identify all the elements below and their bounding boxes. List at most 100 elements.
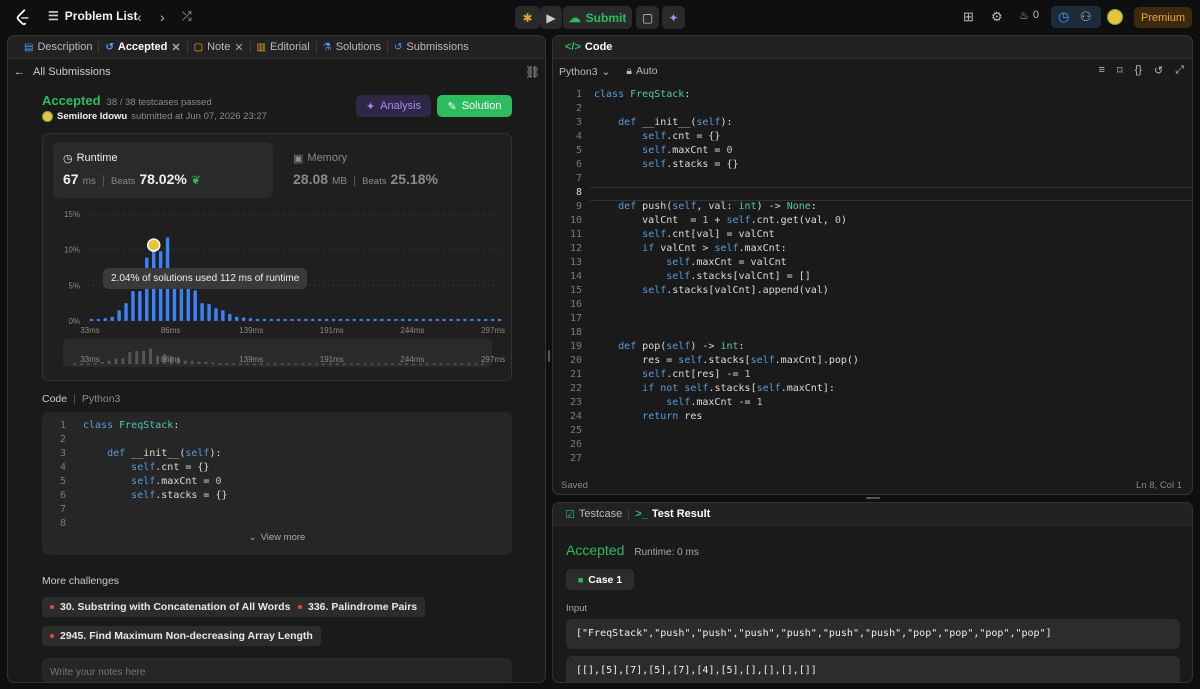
- auto-mode-toggle[interactable]: 🔒︎ Auto: [626, 65, 657, 78]
- tab-code[interactable]: </> Code: [559, 41, 618, 53]
- code-line: class FreqStack:: [594, 89, 691, 100]
- username[interactable]: Semilore Idowu: [57, 111, 127, 122]
- chart-bar: [317, 318, 322, 321]
- code-area[interactable]: 1 class FreqStack: 2 3 def __init__(self): 4…: [553, 86, 1192, 466]
- challenge-chip[interactable]: 336. Palindrome Pairs: [290, 597, 426, 617]
- tab-submissions[interactable]: ↺ Submissions: [388, 41, 475, 53]
- flask-icon: ⚗: [322, 41, 332, 53]
- vertical-resize-handle[interactable]: [548, 350, 550, 362]
- leetcode-logo-icon[interactable]: [14, 8, 32, 26]
- line-number: 1: [575, 89, 582, 100]
- line-number: 3: [59, 448, 66, 459]
- range-bar: [107, 360, 111, 364]
- ai-assist-button[interactable]: ✦: [662, 6, 685, 29]
- range-bar: [183, 360, 187, 364]
- close-icon[interactable]: ✕: [171, 41, 180, 54]
- tab-test-result[interactable]: >_ Test Result: [629, 508, 716, 520]
- case-1-button[interactable]: ■ Case 1: [566, 569, 634, 590]
- terminal-icon: >_: [635, 508, 648, 520]
- tab-accepted[interactable]: ↺ Accepted ✕: [99, 41, 188, 54]
- range-bar: [460, 363, 464, 366]
- tab-solutions[interactable]: ⚗ Solutions: [317, 41, 388, 53]
- challenge-chip[interactable]: 30. Substring with Concatenation of All …: [42, 597, 299, 617]
- close-icon[interactable]: ✕: [234, 41, 243, 54]
- range-bar: [391, 363, 395, 366]
- shuffle-icon[interactable]: ⤮: [182, 9, 192, 24]
- braces-icon[interactable]: {}: [1135, 64, 1142, 77]
- input-value[interactable]: ["FreqStack","push","push","push","push"…: [566, 619, 1180, 649]
- add-user-icon[interactable]: ⚇: [1080, 9, 1092, 25]
- runtime-beats: 78.02%: [139, 171, 187, 187]
- submission-status: Accepted: [42, 93, 101, 108]
- layout-icon[interactable]: ⊞: [963, 9, 974, 25]
- line-number: 12: [569, 243, 582, 254]
- chart-bar: [193, 290, 197, 321]
- reset-icon[interactable]: ↺: [1154, 64, 1163, 77]
- chart-bar: [400, 318, 405, 321]
- run-button[interactable]: ▶: [540, 6, 562, 29]
- x-tick-label: 86ms: [161, 326, 181, 335]
- premium-button[interactable]: Premium: [1134, 7, 1192, 28]
- y-tick-label: 5%: [68, 281, 80, 290]
- link-icon[interactable]: ⛓: [525, 65, 540, 79]
- range-tick-label: 297ms: [481, 355, 505, 364]
- runtime-distribution-chart[interactable]: 15%10%5%0%33ms 86ms 139ms 191ms 244ms 297ms33…: [43, 204, 513, 379]
- y-tick-label: 0%: [68, 317, 80, 326]
- line-number: 6: [59, 490, 66, 501]
- challenge-chip[interactable]: 2945. Find Maximum Non-decreasing Array …: [42, 626, 321, 646]
- checkbox-icon: ☑: [565, 508, 575, 521]
- code-line: class FreqStack:: [83, 420, 180, 431]
- bug-icon: ✱: [522, 10, 533, 25]
- chart-bar: [414, 318, 419, 321]
- arrow-left-icon: ←: [14, 66, 25, 78]
- streak-counter[interactable]: ♨ 0: [1019, 9, 1039, 22]
- memory-stat[interactable]: ▣ Memory 28.08 MB | Beats 25.18%: [283, 142, 503, 198]
- runtime-stat[interactable]: ◷ Runtime 67 ms | Beats 78.02% ❦: [53, 142, 273, 198]
- horizontal-resize-handle[interactable]: [866, 497, 880, 499]
- tab-editorial[interactable]: ▥ Editorial: [251, 41, 317, 53]
- notes-input[interactable]: Write your notes here: [42, 658, 512, 682]
- submit-button[interactable]: ☁ Submit: [563, 6, 632, 29]
- range-bar: [218, 363, 222, 365]
- chevrons-down-icon: ⌄: [248, 532, 257, 543]
- user-avatar[interactable]: [42, 111, 53, 122]
- user-runtime-marker: [146, 238, 161, 252]
- prev-problem-icon[interactable]: ‹: [137, 9, 142, 25]
- range-bar: [114, 358, 118, 364]
- bookmark-icon[interactable]: ⌑: [1117, 64, 1123, 77]
- view-more-button[interactable]: ⌄ View more: [42, 532, 512, 543]
- solution-button[interactable]: ✎ Solution: [437, 95, 512, 117]
- chart-bar: [456, 318, 460, 321]
- notes-button[interactable]: ▢: [636, 6, 659, 29]
- expand-icon[interactable]: ⤢: [1175, 64, 1184, 77]
- debug-button[interactable]: ✱: [515, 6, 540, 29]
- range-bar: [156, 355, 159, 364]
- language-select[interactable]: Python3 ⌄: [559, 66, 610, 78]
- analysis-button[interactable]: ✦ Analysis: [356, 95, 431, 117]
- range-bar: [294, 363, 298, 366]
- memory-value: 28.08: [293, 171, 329, 187]
- hard-dot-icon: [298, 605, 302, 609]
- next-problem-icon[interactable]: ›: [160, 9, 165, 25]
- settings-gear-icon[interactable]: ⚙: [991, 9, 1003, 25]
- all-submissions-link[interactable]: ← All Submissions: [14, 66, 111, 78]
- range-bar: [232, 363, 236, 365]
- tab-testcase[interactable]: ☑ Testcase: [559, 508, 630, 521]
- result-tab-bar: ☑ Testcase >_ Test Result: [553, 503, 1192, 526]
- range-bar: [266, 363, 270, 366]
- tab-note[interactable]: ▢ Note ✕: [188, 41, 251, 54]
- format-icon[interactable]: ≡: [1099, 64, 1105, 77]
- timer-icon[interactable]: ◷: [1058, 9, 1069, 25]
- line-number: 3: [575, 117, 582, 128]
- chart-bar: [324, 318, 329, 321]
- tab-description[interactable]: ▤ Description: [18, 41, 100, 53]
- problem-list-button[interactable]: ☰ Problem List: [48, 9, 137, 23]
- user-avatar[interactable]: [1107, 9, 1123, 25]
- line-number: 8: [59, 518, 66, 529]
- chart-bar: [269, 318, 274, 321]
- line-number: 1: [59, 420, 66, 431]
- range-bar: [280, 363, 284, 366]
- input-value[interactable]: [[],[5],[7],[5],[7],[4],[5],[],[],[],[]]: [566, 656, 1180, 682]
- line-number: 24: [569, 411, 582, 422]
- chart-bar: [304, 318, 308, 321]
